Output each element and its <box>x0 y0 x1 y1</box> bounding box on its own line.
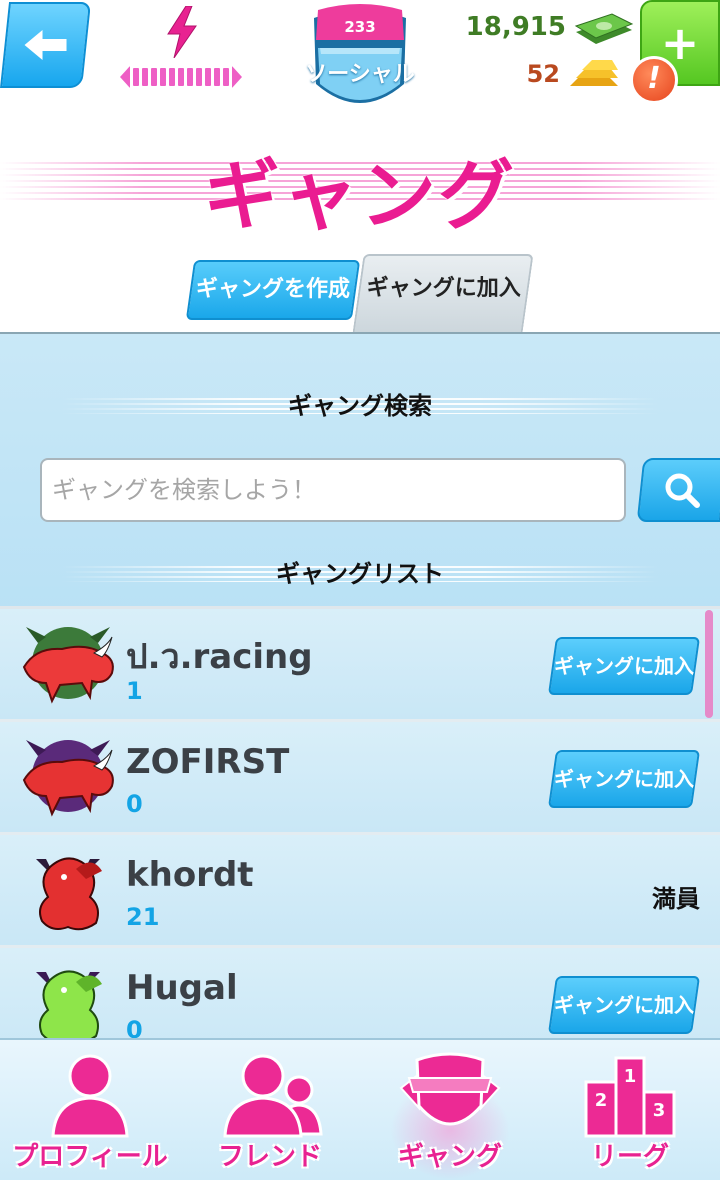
join-gang-button-label: ギャングに加入 <box>554 993 694 1017</box>
gang-member-count: 1 <box>126 677 143 705</box>
money-counter: 18,915 <box>466 10 636 50</box>
gold-bars-icon <box>570 60 618 86</box>
cash-stack-icon <box>574 13 634 44</box>
arrow-left-icon <box>24 30 67 60</box>
red-griffin-emblem-icon <box>36 857 102 931</box>
red-bull-green-emblem-icon <box>22 627 114 704</box>
nav-friends[interactable]: フレンド <box>180 1040 360 1180</box>
gang-name: khordt <box>126 855 254 895</box>
nav-league[interactable]: 1 2 3 リーグ <box>540 1040 720 1180</box>
gang-row: Hugal 0 ギャングに加入 <box>0 948 720 1040</box>
nav-profile-label: プロフィール <box>12 1142 168 1172</box>
page-header: ギャング <box>0 130 720 240</box>
gang-row: khordt 21 満員 <box>0 835 720 948</box>
nav-friends-label: フレンド <box>217 1142 322 1172</box>
list-heading: ギャングリスト <box>276 560 444 588</box>
bottom-nav: プロフィール フレンド ギャング 1 2 3 リーグ <box>0 1038 720 1180</box>
join-gang-button[interactable]: ギャングに加入 <box>547 750 701 808</box>
tab-join-gang[interactable]: ギャングに加入 <box>352 254 534 334</box>
tab-create-gang[interactable]: ギャングを作成 <box>185 260 361 320</box>
podium-icon: 1 2 3 <box>584 1056 676 1138</box>
join-gang-button[interactable]: ギャングに加入 <box>547 976 701 1034</box>
level-number: 233 <box>344 18 376 36</box>
back-button[interactable] <box>0 2 92 88</box>
svg-text:1: 1 <box>624 1066 637 1087</box>
energy-bar <box>116 66 246 88</box>
gang-full-status: 満員 <box>652 885 700 913</box>
join-gang-panel: ギャング検索 ギャングリスト ป.ว.racing 1 ギャングに加入 <box>0 332 720 1040</box>
nav-league-label: リーグ <box>590 1142 669 1172</box>
list-scrollbar[interactable] <box>705 610 713 718</box>
search-section-header: ギャング検索 <box>0 386 720 426</box>
list-section-header: ギャングリスト <box>0 554 720 594</box>
nav-profile[interactable]: プロフィール <box>0 1040 180 1180</box>
svg-text:3: 3 <box>653 1100 666 1121</box>
search-icon <box>665 473 700 508</box>
gang-name: Hugal <box>126 968 238 1008</box>
gang-name: ZOFIRST <box>126 742 290 782</box>
gang-shield-icon <box>399 1052 501 1126</box>
gang-member-count: 0 <box>126 1016 143 1040</box>
nav-gang-label: ギャング <box>397 1142 502 1172</box>
gang-list[interactable]: ป.ว.racing 1 ギャングに加入 ZOFIRST 0 ギャングに加入 k… <box>0 606 720 1040</box>
level-label: ソーシャル <box>305 62 415 87</box>
svg-text:2: 2 <box>595 1090 608 1111</box>
join-gang-button-label: ギャングに加入 <box>554 654 694 678</box>
gang-search-input[interactable] <box>40 458 626 522</box>
energy-meter <box>116 6 248 90</box>
green-griffin-emblem-icon <box>36 970 102 1040</box>
search-button[interactable] <box>636 458 720 522</box>
tab-bar: ギャングを作成 ギャングに加入 <box>0 250 720 334</box>
join-gang-button[interactable]: ギャングに加入 <box>547 637 701 695</box>
join-gang-button-label: ギャングに加入 <box>554 767 694 791</box>
alert-badge[interactable]: ! <box>630 56 678 104</box>
gang-name: ป.ว.racing <box>126 637 313 677</box>
profile-icon <box>51 1054 129 1138</box>
search-heading: ギャング検索 <box>288 392 432 420</box>
gang-member-count: 21 <box>126 903 160 931</box>
nav-gang[interactable]: ギャング <box>360 1040 540 1180</box>
gang-row: ZOFIRST 0 ギャングに加入 <box>0 722 720 835</box>
lightning-icon <box>167 6 197 58</box>
money-value: 18,915 <box>465 12 566 42</box>
top-bar: 233 ソーシャル 18,915 52 + ! <box>0 0 720 120</box>
tab-join-label: ギャングに加入 <box>366 276 521 301</box>
gang-member-count: 0 <box>126 790 143 818</box>
gold-counter: 52 <box>496 56 636 96</box>
gang-row: ป.ว.racing 1 ギャングに加入 <box>0 609 720 722</box>
level-badge[interactable]: 233 ソーシャル <box>300 4 420 118</box>
friends-icon <box>223 1054 323 1138</box>
gold-value: 52 <box>526 60 560 88</box>
page-title: ギャング <box>204 151 516 240</box>
tab-create-label: ギャングを作成 <box>195 277 350 302</box>
red-bull-purple-emblem-icon <box>22 740 114 817</box>
